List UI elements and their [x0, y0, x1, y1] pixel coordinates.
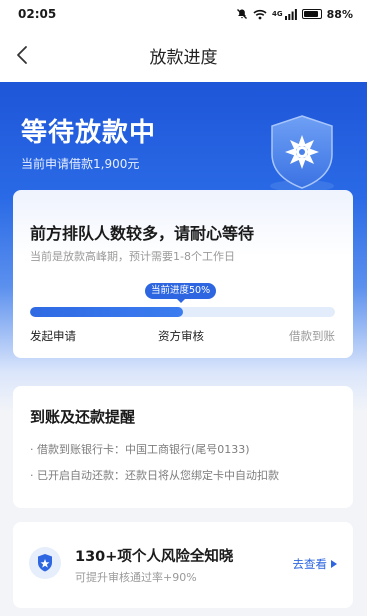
loan-amount-text: 当前申请借款1,900元 — [21, 157, 140, 171]
reminder-item-bank-card: · 借款到账银行卡：中国工商银行(尾号0133) — [30, 443, 250, 456]
risk-report-card[interactable]: 130+项个人风险全知晓 可提升审核通过率+90% 去查看 — [13, 522, 353, 608]
reminder-title: 到账及还款提醒 — [30, 408, 136, 426]
progress-tooltip: 当前进度50% — [145, 283, 217, 303]
wifi-icon — [253, 9, 267, 19]
signal-icon — [284, 8, 297, 20]
network-type: 4G — [272, 10, 283, 18]
queue-description: 当前是放款高峰期，预计需要1-8个工作日 — [30, 250, 235, 263]
reminder-card: 到账及还款提醒 · 借款到账银行卡：中国工商银行(尾号0133) · 已开启自动… — [13, 386, 353, 508]
status-title: 等待放款中 — [21, 118, 157, 148]
queue-title: 前方排队人数较多，请耐心等待 — [30, 224, 255, 243]
view-risk-label: 去查看 — [292, 557, 328, 571]
status-icons: 4G 88% — [236, 8, 353, 21]
risk-title: 130+项个人风险全知晓 — [75, 549, 234, 565]
battery-icon — [301, 9, 322, 19]
reminder-item-auto-repay: · 已开启自动还款：还款日将从您绑定卡中自动扣款 — [30, 469, 279, 482]
progress-bar-fill — [30, 307, 183, 317]
view-risk-button[interactable]: 去查看 — [292, 556, 337, 572]
step-review: 资方审核 — [158, 329, 204, 343]
step-disbursed: 借款到账 — [289, 329, 335, 343]
progress-bar — [30, 307, 335, 317]
triangle-right-icon — [331, 560, 337, 568]
shield-emblem-icon — [270, 115, 334, 192]
battery-percent: 88% — [326, 7, 353, 21]
step-apply: 发起申请 — [30, 329, 76, 343]
page-title: 放款进度 — [149, 47, 218, 68]
shield-check-icon — [29, 547, 61, 579]
risk-subtitle: 可提升审核通过率+90% — [75, 571, 197, 584]
nav-bar: 放款进度 — [0, 28, 367, 82]
mute-icon — [237, 9, 248, 19]
chevron-left-icon[interactable] — [10, 42, 34, 68]
status-time: 02:05 — [18, 7, 57, 21]
status-bar: 02:05 4G 88% — [0, 0, 367, 28]
progress-card: 前方排队人数较多，请耐心等待 当前是放款高峰期，预计需要1-8个工作日 当前进度… — [13, 190, 353, 358]
